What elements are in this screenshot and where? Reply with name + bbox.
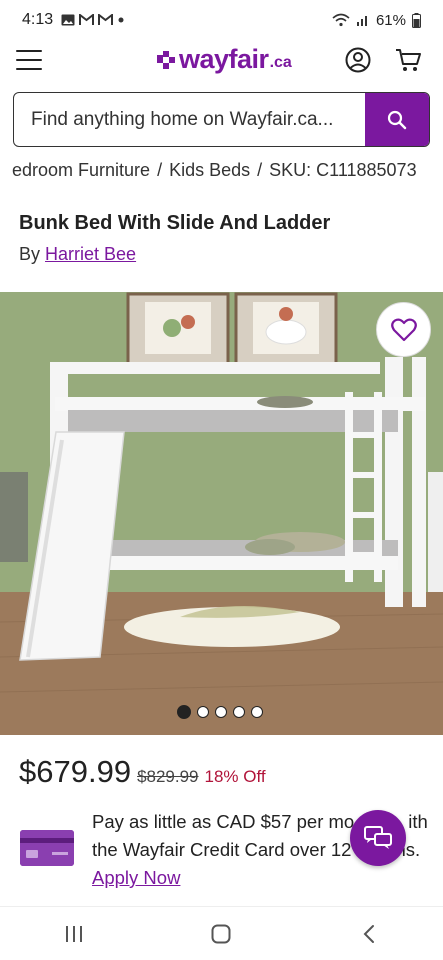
search-button[interactable] <box>365 93 429 146</box>
product-byline: By Harriet Bee <box>19 244 136 265</box>
original-price: $829.99 <box>137 767 199 786</box>
gallery-icon <box>61 14 75 26</box>
notification-icons <box>61 14 125 26</box>
carousel-dot[interactable] <box>251 706 263 718</box>
price-row: $679.99 $829.99 18% Off <box>19 754 266 790</box>
heart-icon <box>390 318 417 341</box>
system-nav-bar <box>0 906 443 960</box>
carousel-dot[interactable] <box>177 705 191 719</box>
favorite-button[interactable] <box>376 302 431 357</box>
menu-icon[interactable] <box>16 50 42 70</box>
account-icon[interactable] <box>344 46 372 74</box>
carousel-dot[interactable] <box>197 706 209 718</box>
recent-apps-button[interactable] <box>54 914 94 954</box>
product-image[interactable] <box>0 292 443 735</box>
credit-offer-line1: Pay as little as CAD $57 per mo <box>92 811 355 832</box>
recent-apps-icon <box>65 925 82 942</box>
breadcrumb: edroom Furniture / Kids Beds / SKU: C1118850… <box>12 160 443 181</box>
bunk-bed-photo <box>0 292 443 735</box>
credit-offer-line1-tail: ith <box>408 811 428 832</box>
gmail-icon <box>79 14 95 25</box>
home-button[interactable] <box>201 914 241 954</box>
carousel-dots <box>177 705 263 719</box>
discount-badge: 18% Off <box>204 767 266 786</box>
credit-offer-line2: the Wayfair Credit Card over 12 <box>92 839 352 860</box>
battery-icon <box>412 12 421 28</box>
breadcrumb-item[interactable]: Kids Beds <box>169 160 250 180</box>
search-icon <box>387 110 407 129</box>
breadcrumb-item[interactable]: edroom Furniture <box>12 160 150 180</box>
carousel-dot[interactable] <box>215 706 227 718</box>
brand-link[interactable]: Harriet Bee <box>45 244 136 264</box>
breadcrumb-separator: / <box>157 160 163 180</box>
search-bar: Find anything home on Wayfair.ca... <box>13 92 430 147</box>
back-icon <box>363 924 375 943</box>
gmail-icon <box>98 14 114 25</box>
home-icon <box>211 924 231 943</box>
cart-icon[interactable] <box>394 46 422 74</box>
wifi-icon <box>332 13 350 27</box>
status-time: 4:13 <box>22 11 54 28</box>
logo-text: wayfair <box>179 44 269 74</box>
product-title: Bunk Bed With Slide And Ladder <box>19 212 331 234</box>
app-header: wayfair .ca <box>0 40 443 80</box>
dot-icon <box>118 17 124 23</box>
logo-tld: .ca <box>269 53 292 71</box>
breadcrumb-sku: SKU: C111885073 <box>269 160 417 180</box>
apply-now-link[interactable]: Apply Now <box>92 867 180 888</box>
wayfair-logo[interactable]: wayfair .ca <box>155 44 292 75</box>
status-bar: 4:13 61% <box>0 0 443 40</box>
credit-card-icon <box>20 830 74 866</box>
search-input[interactable]: Find anything home on Wayfair.ca... <box>14 93 365 146</box>
chat-button[interactable] <box>350 810 406 866</box>
by-label: By <box>19 244 41 264</box>
carousel-dot[interactable] <box>233 706 245 718</box>
breadcrumb-separator: / <box>257 160 263 180</box>
wayfair-pinwheel-icon <box>157 50 175 69</box>
signal-icon <box>356 16 367 26</box>
chat-icon <box>364 826 392 849</box>
back-button[interactable] <box>349 914 389 954</box>
sale-price: $679.99 <box>19 754 132 789</box>
battery-percent: 61% <box>375 11 406 29</box>
